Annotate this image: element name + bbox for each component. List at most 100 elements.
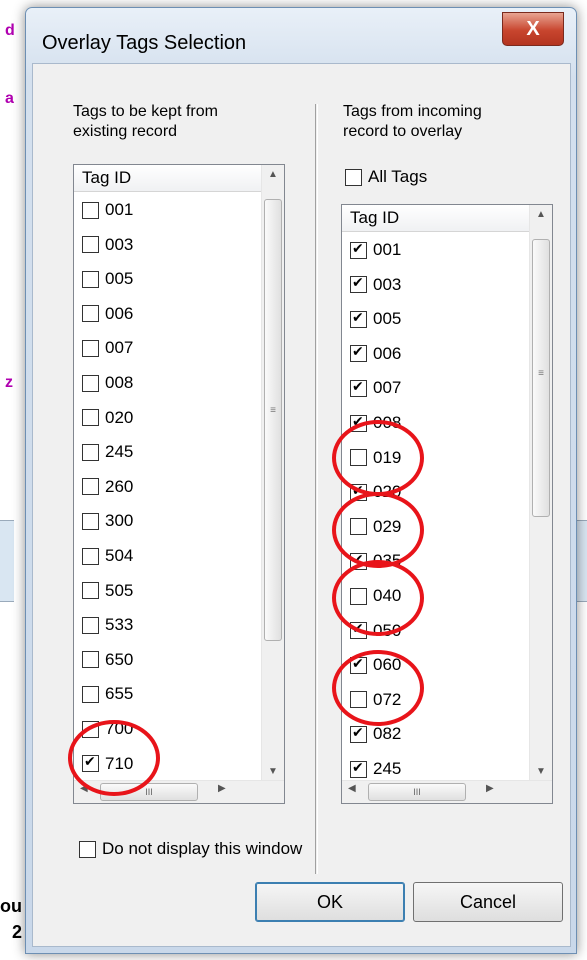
right-caption: Tags from incoming record to overlay: [343, 103, 482, 140]
tag-checkbox[interactable]: [350, 309, 367, 328]
tag-label: 007: [373, 378, 402, 398]
scroll-down-arrow-icon[interactable]: ▼: [530, 766, 552, 777]
highlight-circle: [332, 650, 424, 726]
highlight-circle: [332, 492, 424, 568]
tag-checkbox[interactable]: [82, 582, 99, 600]
tag-checkbox[interactable]: [82, 651, 99, 669]
tag-checkbox[interactable]: [82, 339, 99, 357]
scroll-up-arrow-icon[interactable]: ▲: [530, 209, 552, 220]
list-item[interactable]: 005: [350, 302, 401, 336]
tag-checkbox[interactable]: [82, 409, 99, 427]
scroll-up-arrow-icon[interactable]: ▲: [262, 169, 284, 180]
tag-label: 005: [373, 309, 402, 329]
cancel-button[interactable]: Cancel: [413, 882, 563, 922]
tag-checkbox[interactable]: [82, 547, 99, 565]
tag-checkbox[interactable]: [82, 512, 99, 530]
tag-label: 003: [105, 234, 134, 254]
background-text: 2: [12, 922, 23, 942]
tag-label: 655: [105, 684, 134, 704]
tag-checkbox[interactable]: [350, 724, 367, 743]
dont-display-label: Do not display this window: [102, 839, 303, 858]
highlight-circle: [332, 560, 424, 636]
tag-label: 533: [105, 615, 134, 635]
overlay-tags-dialog: Overlay Tags Selection X Tags to be kept…: [25, 7, 577, 954]
all-tags-label: All Tags: [368, 167, 428, 186]
tag-checkbox[interactable]: [82, 685, 99, 703]
list-item[interactable]: 655: [82, 677, 133, 711]
background-letter: d: [5, 22, 15, 39]
scroll-left-arrow-icon[interactable]: ◀: [348, 783, 356, 794]
list-item[interactable]: 007: [350, 371, 401, 405]
list-item[interactable]: 005: [82, 262, 133, 296]
tag-label: 008: [105, 373, 134, 392]
tag-checkbox[interactable]: [82, 236, 99, 254]
tag-label: 245: [373, 759, 402, 778]
list-item[interactable]: 008: [82, 366, 133, 400]
tag-label: 260: [105, 476, 134, 496]
scroll-thumb[interactable]: ≡: [264, 199, 282, 641]
list-item[interactable]: 007: [82, 331, 133, 365]
tag-checkbox[interactable]: [82, 201, 99, 219]
ok-button[interactable]: OK: [255, 882, 405, 922]
left-caption: Tags to be kept from existing record: [73, 103, 218, 140]
list-item[interactable]: 245: [82, 435, 133, 469]
tag-checkbox[interactable]: [350, 378, 367, 397]
tag-label: 505: [105, 580, 134, 600]
vertical-scrollbar[interactable]: ▲ ≡ ▼: [261, 165, 284, 781]
panel-divider: [315, 104, 318, 874]
highlight-circle: [68, 720, 160, 796]
list-item[interactable]: 006: [350, 337, 401, 371]
tag-label: 245: [105, 442, 134, 462]
column-header-tag-id[interactable]: Tag ID: [74, 165, 262, 192]
existing-tags-list[interactable]: Tag ID 001 003 005 006 007 008 020 245 260 300 504…: [73, 164, 285, 804]
list-item[interactable]: 260: [82, 470, 133, 504]
tag-checkbox[interactable]: [82, 478, 99, 496]
tag-checkbox[interactable]: [82, 616, 99, 634]
dialog-title: Overlay Tags Selection: [42, 32, 247, 54]
tag-label: 006: [105, 303, 134, 323]
tag-label: 020: [105, 407, 134, 427]
tag-checkbox[interactable]: [350, 240, 367, 259]
tag-checkbox[interactable]: [82, 305, 99, 323]
list-item[interactable]: 001: [350, 233, 401, 267]
tag-checkbox[interactable]: [350, 343, 367, 363]
list-item[interactable]: 001: [82, 193, 133, 227]
all-tags-checkbox[interactable]: [345, 168, 362, 186]
tag-label: 006: [373, 343, 402, 363]
background-letter: a: [5, 90, 14, 107]
tag-checkbox[interactable]: [350, 759, 367, 778]
list-item[interactable]: 504: [82, 539, 133, 573]
horizontal-scrollbar[interactable]: ◀ III ▶: [342, 780, 552, 803]
tag-checkbox[interactable]: [82, 443, 99, 461]
close-button[interactable]: X: [502, 12, 564, 46]
tag-checkbox[interactable]: [350, 274, 367, 294]
column-header-tag-id[interactable]: Tag ID: [342, 205, 530, 232]
list-item[interactable]: 533: [82, 608, 133, 642]
vertical-scrollbar[interactable]: ▲ ≡ ▼: [529, 205, 552, 781]
highlight-circle: [332, 420, 424, 496]
tag-label: 082: [373, 724, 402, 744]
list-item[interactable]: 003: [350, 268, 401, 302]
tag-checkbox[interactable]: [82, 270, 99, 288]
background-letter: z: [5, 374, 13, 391]
list-item[interactable]: 650: [82, 643, 133, 677]
all-tags-checkbox-row[interactable]: All Tags: [345, 160, 427, 194]
tag-checkbox[interactable]: [82, 374, 99, 392]
list-item[interactable]: 300: [82, 504, 133, 538]
dont-display-checkbox[interactable]: [79, 840, 96, 858]
list-item[interactable]: 505: [82, 574, 133, 608]
tag-label: 001: [373, 240, 402, 259]
tag-label: 001: [105, 200, 134, 219]
dialog-body: Tags to be kept from existing record Tag…: [32, 63, 571, 947]
scroll-thumb[interactable]: ≡: [532, 239, 550, 517]
tag-label: 003: [373, 274, 402, 294]
scroll-right-arrow-icon[interactable]: ▶: [218, 783, 226, 794]
list-item[interactable]: 020: [82, 401, 133, 435]
dont-display-checkbox-row[interactable]: Do not display this window: [79, 832, 302, 866]
list-item[interactable]: 003: [82, 228, 133, 262]
hscroll-thumb[interactable]: III: [368, 783, 466, 801]
tag-label: 504: [105, 546, 134, 565]
scroll-right-arrow-icon[interactable]: ▶: [486, 783, 494, 794]
list-item[interactable]: 006: [82, 297, 133, 331]
scroll-down-arrow-icon[interactable]: ▼: [262, 766, 284, 777]
